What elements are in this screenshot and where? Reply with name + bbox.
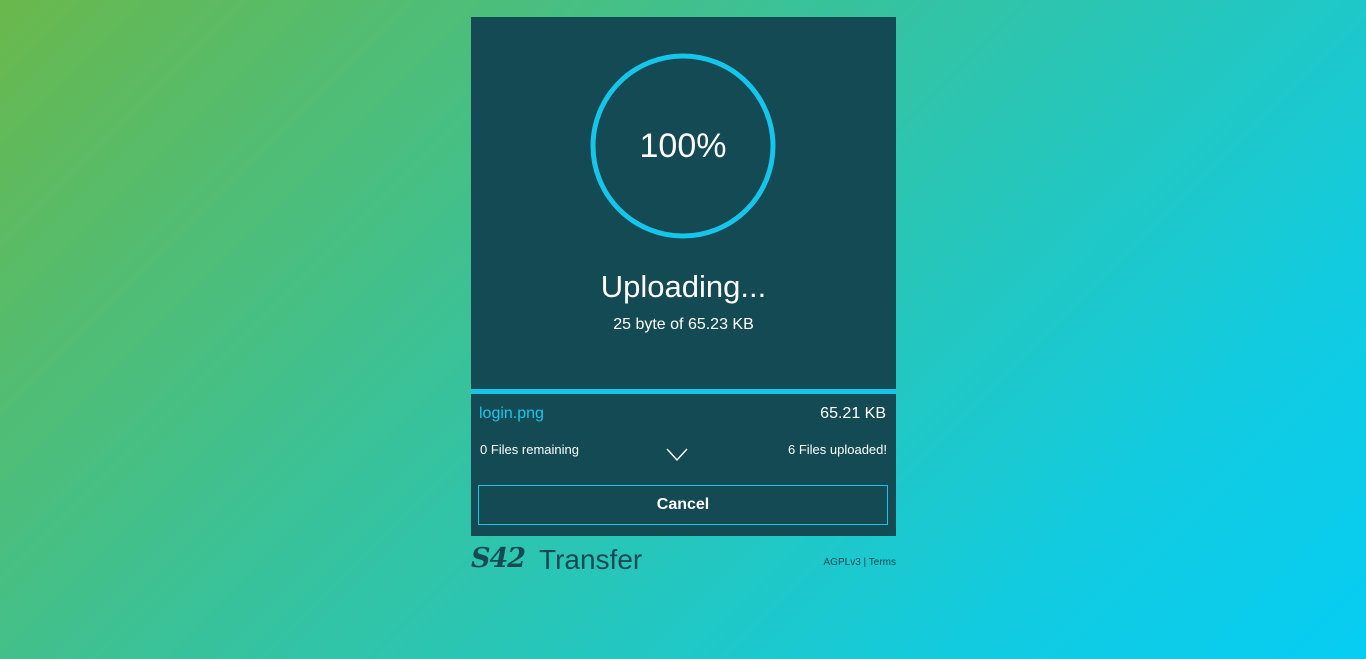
upload-status-title: Uploading... — [600, 269, 767, 304]
current-file-size: 65.21 KB — [820, 405, 886, 422]
upload-card: 100% Uploading... 25 byte of 65.23 KB lo… — [471, 17, 896, 536]
upload-bytes-progress: 25 byte of 65.23 KB — [613, 316, 754, 333]
terms-link[interactable]: Terms — [869, 557, 896, 568]
files-uploaded-count: 6 Files uploaded! — [787, 442, 887, 457]
logo-text: Transfer — [539, 544, 643, 575]
footer: S42 Transfer AGPLv3 | Terms — [471, 543, 896, 579]
progress-ring: 100% — [590, 53, 776, 239]
cancel-button[interactable]: Cancel — [478, 485, 888, 525]
progress-divider — [471, 389, 896, 394]
current-file-name: login.png — [479, 405, 544, 422]
progress-percent: 100% — [639, 127, 727, 165]
files-remaining-count: 0 Files remaining — [480, 442, 579, 457]
footer-links: AGPLv3 | Terms — [824, 557, 896, 568]
chevron-down-icon[interactable] — [666, 448, 688, 462]
footer-separator: | — [863, 557, 867, 568]
license-link[interactable]: AGPLv3 — [824, 557, 861, 568]
logo-mark: S42 — [471, 543, 526, 574]
